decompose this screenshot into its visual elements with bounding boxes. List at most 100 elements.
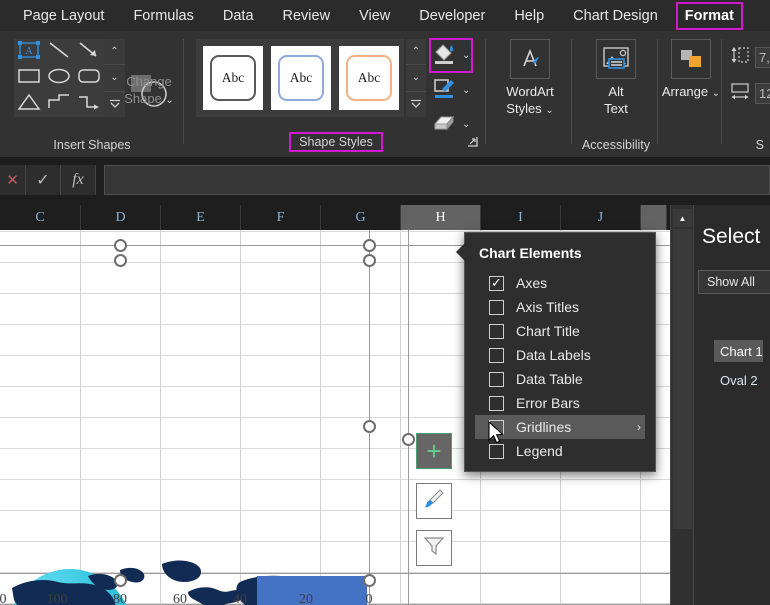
selection-handle-outer-right[interactable] [402, 433, 415, 446]
shape-outline-chevron-down-icon[interactable]: ⌄ [462, 85, 470, 96]
scrollbar-thumb[interactable] [673, 229, 692, 529]
chart-filters-button[interactable] [416, 530, 452, 566]
confirm-entry-button[interactable]: ✓ [26, 165, 61, 195]
wordart-chevron-down-icon[interactable]: ⌄ [545, 105, 553, 116]
checkbox-data-labels[interactable] [489, 348, 504, 363]
checkbox-data-table[interactable] [489, 372, 504, 387]
ribbon-group-size: 7, 12 S [722, 31, 770, 157]
shape-styles-gallery[interactable]: Abc Abc Abc [196, 39, 404, 117]
brush-icon [422, 487, 446, 516]
tab-view[interactable]: View [350, 2, 399, 30]
chart-elements-add-button[interactable]: + [416, 433, 452, 469]
selection-handle-mid-right[interactable] [363, 420, 376, 433]
selection-handle-bottom-left[interactable] [114, 574, 127, 587]
gridlines-submenu-chevron-right-icon[interactable]: › [637, 420, 641, 434]
shapes-scroll-up-button[interactable]: ⌃ [104, 39, 125, 65]
x-tick-label-40: 40 [224, 592, 256, 605]
selection-pane: Select Show All Chart 1 Oval 2 [694, 205, 770, 605]
shape-style-thumb-3[interactable]: Abc [339, 46, 399, 110]
tab-page-layout[interactable]: Page Layout [14, 2, 113, 30]
arrange-chevron-down-icon[interactable]: ⌄ [712, 88, 720, 99]
change-shape-chevron-down-icon[interactable]: ⌄ [165, 95, 173, 106]
checkbox-error-bars[interactable] [489, 396, 504, 411]
selection-handle-top-left[interactable] [114, 239, 127, 252]
tab-format[interactable]: Format [676, 2, 743, 30]
column-header-C[interactable]: C [0, 205, 81, 230]
selection-handle-inner-left[interactable] [114, 254, 127, 267]
x-tick-label-100: 100 [41, 592, 73, 605]
styles-scroll-down-button[interactable]: ⌄ [406, 65, 426, 91]
change-shape-button[interactable]: Change Shape ⌄ [118, 73, 180, 109]
checkbox-axes[interactable] [489, 276, 504, 291]
elbow-arrow-shape-icon[interactable] [77, 92, 101, 117]
insert-function-button[interactable]: fx [61, 165, 96, 195]
arrange-icon [671, 39, 711, 79]
shape-style-thumb-1[interactable]: Abc [203, 46, 263, 110]
chart-element-label: Error Bars [516, 395, 580, 411]
checkbox-axis-titles[interactable] [489, 300, 504, 315]
chart-element-item-axis-titles[interactable]: Axis Titles [475, 295, 645, 319]
wordart-label-line2: Styles [506, 101, 541, 116]
fx-icon: fx [72, 171, 84, 189]
show-all-button[interactable]: Show All [698, 270, 770, 294]
triangle-shape-icon[interactable] [17, 92, 41, 117]
selection-handle-top-right[interactable] [363, 239, 376, 252]
selection-pane-item-oval-2[interactable]: Oval 2 [714, 369, 758, 391]
column-header-D[interactable]: D [81, 205, 161, 230]
tab-developer[interactable]: Developer [410, 2, 494, 30]
rounded-rectangle-shape-icon[interactable] [77, 67, 101, 90]
selection-pane-item-chart-1[interactable]: Chart 1 [714, 340, 763, 362]
column-header-partial[interactable] [641, 205, 667, 230]
styles-more-button[interactable] [406, 92, 426, 117]
chart-element-item-chart-title[interactable]: Chart Title [475, 319, 645, 343]
rectangle-shape-icon[interactable] [17, 67, 41, 90]
wordart-styles-button[interactable]: WordArt Styles ⌄ [491, 39, 569, 119]
tab-formulas[interactable]: Formulas [124, 2, 202, 30]
tab-chart-design[interactable]: Chart Design [564, 2, 667, 30]
chart-element-item-data-table[interactable]: Data Table [475, 367, 645, 391]
shape-fill-chevron-down-icon[interactable]: ⌄ [462, 50, 470, 61]
formula-input[interactable] [104, 165, 770, 195]
shape-effects-chevron-down-icon[interactable]: ⌄ [462, 119, 470, 130]
scroll-up-arrow-icon[interactable]: ▲ [673, 209, 692, 227]
textbox-shape-icon[interactable]: A [16, 40, 42, 65]
selection-handle-bottom-right[interactable] [363, 574, 376, 587]
vertical-scrollbar[interactable]: ▲ [670, 205, 694, 605]
shape-width-control[interactable]: 12 [730, 81, 770, 106]
column-header-J[interactable]: J [561, 205, 641, 230]
chart-element-item-error-bars[interactable]: Error Bars [475, 391, 645, 415]
chart-element-item-data-labels[interactable]: Data Labels [475, 343, 645, 367]
shape-style-thumb-2[interactable]: Abc [271, 46, 331, 110]
column-header-F[interactable]: F [241, 205, 321, 230]
shape-height-field[interactable]: 7, [755, 47, 770, 68]
line-shape-icon[interactable] [47, 40, 71, 65]
oval-shape-icon[interactable] [47, 67, 71, 90]
checkbox-chart-title[interactable] [489, 324, 504, 339]
shape-outline-button[interactable]: ⌄ [432, 76, 470, 105]
column-header-H[interactable]: H [401, 205, 481, 230]
arrange-button[interactable]: Arrange ⌄ [652, 39, 730, 102]
shape-height-control[interactable]: 7, [730, 45, 770, 70]
shape-styles-dialog-launcher[interactable] [466, 135, 479, 151]
shape-fill-button[interactable]: ⌄ [432, 41, 470, 70]
shapes-gallery[interactable]: A [14, 39, 104, 117]
arrange-label: Arrange [662, 84, 708, 99]
selection-handle-inner-right[interactable] [363, 254, 376, 267]
connector-shape-icon[interactable] [47, 92, 71, 117]
arrow-shape-icon[interactable] [77, 40, 101, 65]
cancel-entry-button[interactable]: ✕ [0, 165, 26, 195]
cancel-icon: ✕ [6, 171, 19, 189]
chart-element-label: Data Labels [516, 347, 591, 363]
styles-scroll-up-button[interactable]: ⌃ [406, 39, 426, 65]
tab-review[interactable]: Review [274, 2, 340, 30]
chart-styles-button[interactable] [416, 483, 452, 519]
shape-width-field[interactable]: 12 [755, 83, 770, 104]
column-header-G[interactable]: G [321, 205, 401, 230]
tab-data[interactable]: Data [214, 2, 263, 30]
formula-bar: ✕ ✓ fx [0, 165, 770, 195]
tab-help[interactable]: Help [505, 2, 553, 30]
column-header-E[interactable]: E [161, 205, 241, 230]
alt-text-button[interactable]: Alt Text [577, 39, 655, 117]
chart-element-item-axes[interactable]: Axes [475, 271, 645, 295]
column-header-I[interactable]: I [481, 205, 561, 230]
